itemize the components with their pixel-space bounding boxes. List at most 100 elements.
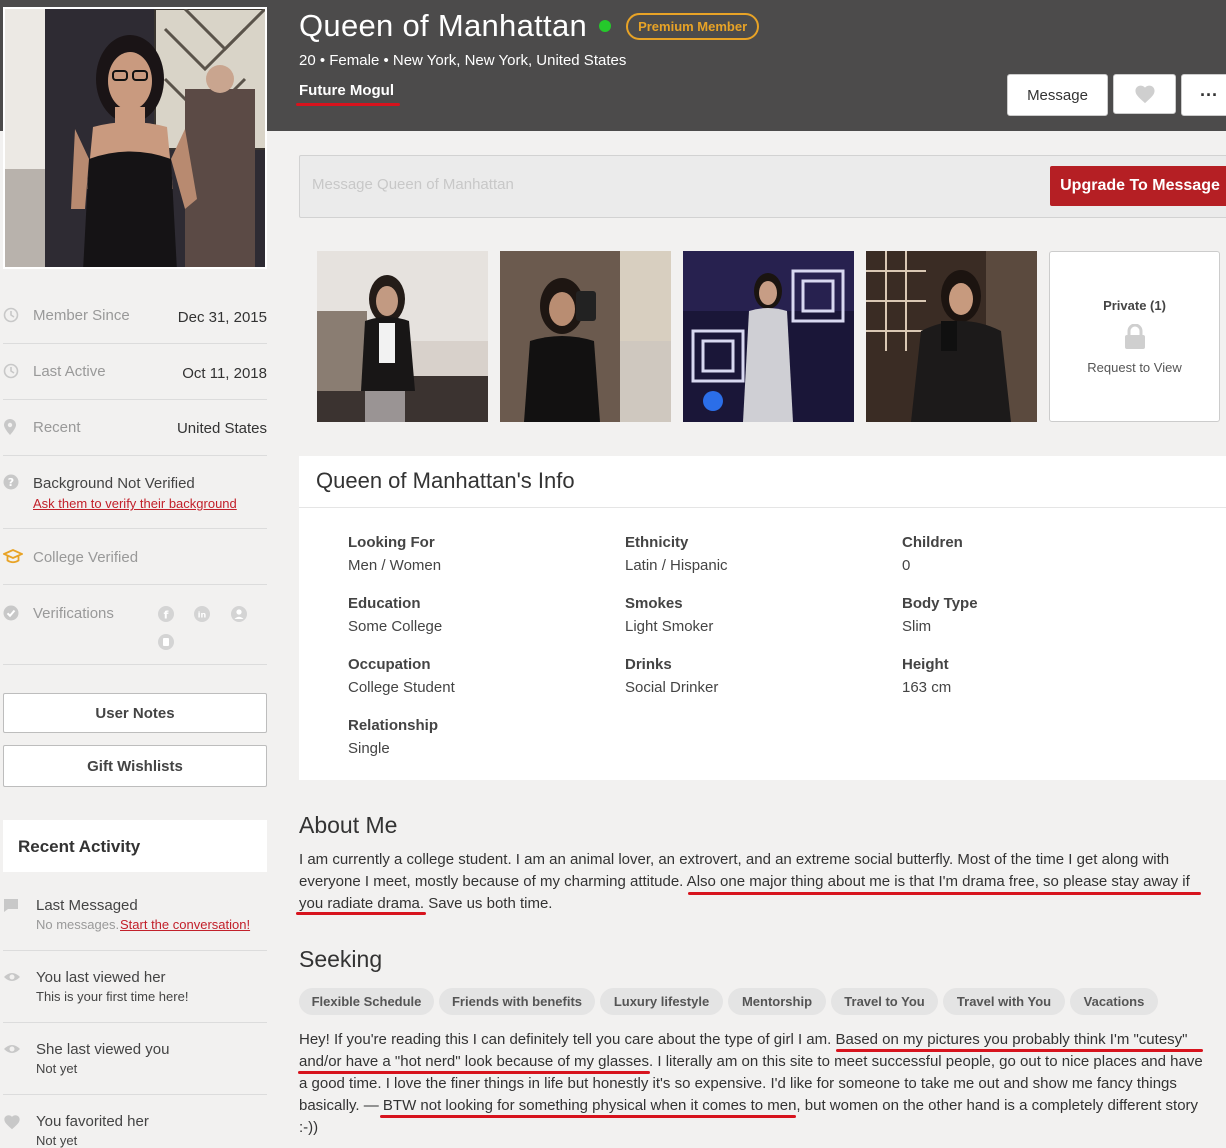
annotation-underline	[296, 912, 426, 915]
question-icon: ?	[3, 474, 19, 490]
upgrade-to-message-button[interactable]: Upgrade To Message	[1050, 166, 1226, 206]
recent-activity-header: Recent Activity	[3, 820, 267, 872]
private-photo-count: Private (1)	[1103, 298, 1166, 313]
info-label: Body Type	[902, 595, 978, 612]
phone-icon	[158, 634, 174, 650]
about-title: About Me	[299, 812, 398, 838]
verifications-row: Verifications f in	[3, 585, 267, 665]
info-field-occupation: Occupation College Student	[348, 656, 455, 696]
svg-text:?: ?	[8, 476, 14, 489]
you-viewed-label: You last viewed her	[36, 969, 166, 986]
info-field-height: Height 163 cm	[902, 656, 951, 696]
seeking-tag[interactable]: Travel to You	[831, 988, 938, 1015]
more-icon: ···	[1200, 84, 1218, 105]
seeking-text: Hey! If you're reading this I can defini…	[299, 1031, 1203, 1136]
info-field-relationship: Relationship Single	[348, 717, 438, 757]
request-to-view-link[interactable]: Request to View	[1050, 360, 1219, 375]
info-title: Queen of Manhattan's Info	[316, 468, 575, 493]
profile-photo-4[interactable]	[866, 251, 1037, 422]
heart-icon	[4, 1115, 20, 1130]
linkedin-icon: in	[194, 606, 210, 622]
svg-text:f: f	[164, 609, 169, 622]
profile-name: Queen of Manhattan	[299, 8, 588, 43]
member-since-value: Dec 31, 2015	[177, 309, 267, 326]
eye-icon	[4, 1045, 20, 1053]
message-input[interactable]	[312, 176, 1012, 193]
info-label: Children	[902, 534, 963, 551]
info-field-children: Children 0	[902, 534, 963, 574]
info-value: Men / Women	[348, 557, 442, 574]
last-messaged-sub: No messages.	[36, 917, 120, 932]
seeking-tag[interactable]: Mentorship	[728, 988, 826, 1015]
last-messaged-label: Last Messaged	[36, 897, 138, 914]
favorited-row: You favorited her Not yet	[3, 1095, 267, 1148]
profile-photo-2[interactable]	[500, 251, 671, 422]
annotation-underline	[296, 103, 400, 106]
user-icon	[231, 606, 247, 622]
seeking-title: Seeking	[299, 946, 383, 972]
you-viewed-row: You last viewed her This is your first t…	[3, 951, 267, 1023]
info-card: Queen of Manhattan's Info Looking For Me…	[299, 456, 1226, 780]
background-row: ? Background Not Verified Ask them to ve…	[3, 456, 267, 529]
seeking-tag[interactable]: Luxury lifestyle	[600, 988, 723, 1015]
profile-avatar[interactable]	[3, 7, 267, 269]
title-row: Queen of Manhattan Premium Member	[299, 6, 760, 46]
she-viewed-sub: Not yet	[36, 1061, 78, 1076]
premium-badge: Premium Member	[626, 12, 760, 40]
info-value: Slim	[902, 618, 932, 635]
info-label: Occupation	[348, 656, 431, 673]
online-status-icon	[599, 20, 612, 32]
user-notes-button[interactable]: User Notes	[3, 693, 267, 733]
member-since-row: Member Since Dec 31, 2015	[3, 288, 267, 344]
private-photo-box[interactable]: Private (1) Request to View	[1049, 251, 1220, 422]
info-field-ethnicity: Ethnicity Latin / Hispanic	[625, 534, 728, 574]
favorited-label: You favorited her	[36, 1113, 149, 1130]
heart-icon	[1134, 85, 1155, 104]
last-messaged-row: Last Messaged No messages. Start the con…	[3, 878, 267, 951]
profile-photo-3[interactable]	[683, 251, 854, 422]
profile-photo-1[interactable]	[317, 251, 488, 422]
info-label: Drinks	[625, 656, 672, 673]
seeking-tag[interactable]: Travel with You	[943, 988, 1065, 1015]
info-label: Smokes	[625, 595, 683, 612]
verify-background-link[interactable]: Ask them to verify their background	[33, 496, 237, 511]
info-value: 163 cm	[902, 679, 952, 696]
location-pin-icon	[4, 419, 16, 435]
info-value: Light Smoker	[625, 618, 714, 635]
background-label: Background Not Verified	[33, 475, 195, 492]
info-value: Some College	[348, 618, 443, 635]
message-button[interactable]: Message	[1007, 74, 1108, 116]
seeking-tag[interactable]: Friends with benefits	[439, 988, 595, 1015]
info-value: Social Drinker	[625, 679, 719, 696]
annotation-underline	[298, 1071, 650, 1074]
college-verified-label: College Verified	[33, 549, 139, 566]
more-options-button[interactable]: ···	[1181, 74, 1226, 116]
last-active-label: Last Active	[33, 363, 106, 380]
info-label: Education	[348, 595, 421, 612]
recent-activity-title: Recent Activity	[18, 837, 141, 856]
svg-text:in: in	[198, 611, 207, 620]
start-conversation-link[interactable]: Start the conversation!	[120, 917, 250, 932]
profile-details: 20 • Female • New York, New York, United…	[299, 52, 627, 69]
verifications-label: Verifications	[33, 605, 114, 622]
info-field-body-type: Body Type Slim	[902, 595, 978, 635]
gift-wishlists-button[interactable]: Gift Wishlists	[3, 745, 267, 787]
recent-location-row: Recent United States	[3, 400, 267, 456]
info-value: Single	[348, 740, 390, 757]
you-viewed-sub: This is your first time here!	[36, 989, 189, 1004]
info-label: Looking For	[348, 534, 435, 551]
lock-icon	[1125, 324, 1145, 349]
message-icon	[4, 899, 18, 912]
annotation-underline	[380, 1115, 796, 1118]
she-viewed-label: She last viewed you	[36, 1041, 170, 1058]
seeking-tag[interactable]: Flexible Schedule	[299, 988, 434, 1015]
about-text: I am currently a college student. I am a…	[299, 851, 1190, 912]
favorite-button[interactable]	[1113, 74, 1176, 114]
clock-icon	[3, 307, 19, 323]
graduation-cap-icon	[3, 549, 23, 564]
last-active-row: Last Active Oct 11, 2018	[3, 344, 267, 400]
favorited-sub: Not yet	[36, 1133, 78, 1148]
profile-tagline: Future Mogul	[299, 82, 394, 99]
seeking-tag[interactable]: Vacations	[1070, 988, 1158, 1015]
annotation-underline	[836, 1049, 1203, 1052]
